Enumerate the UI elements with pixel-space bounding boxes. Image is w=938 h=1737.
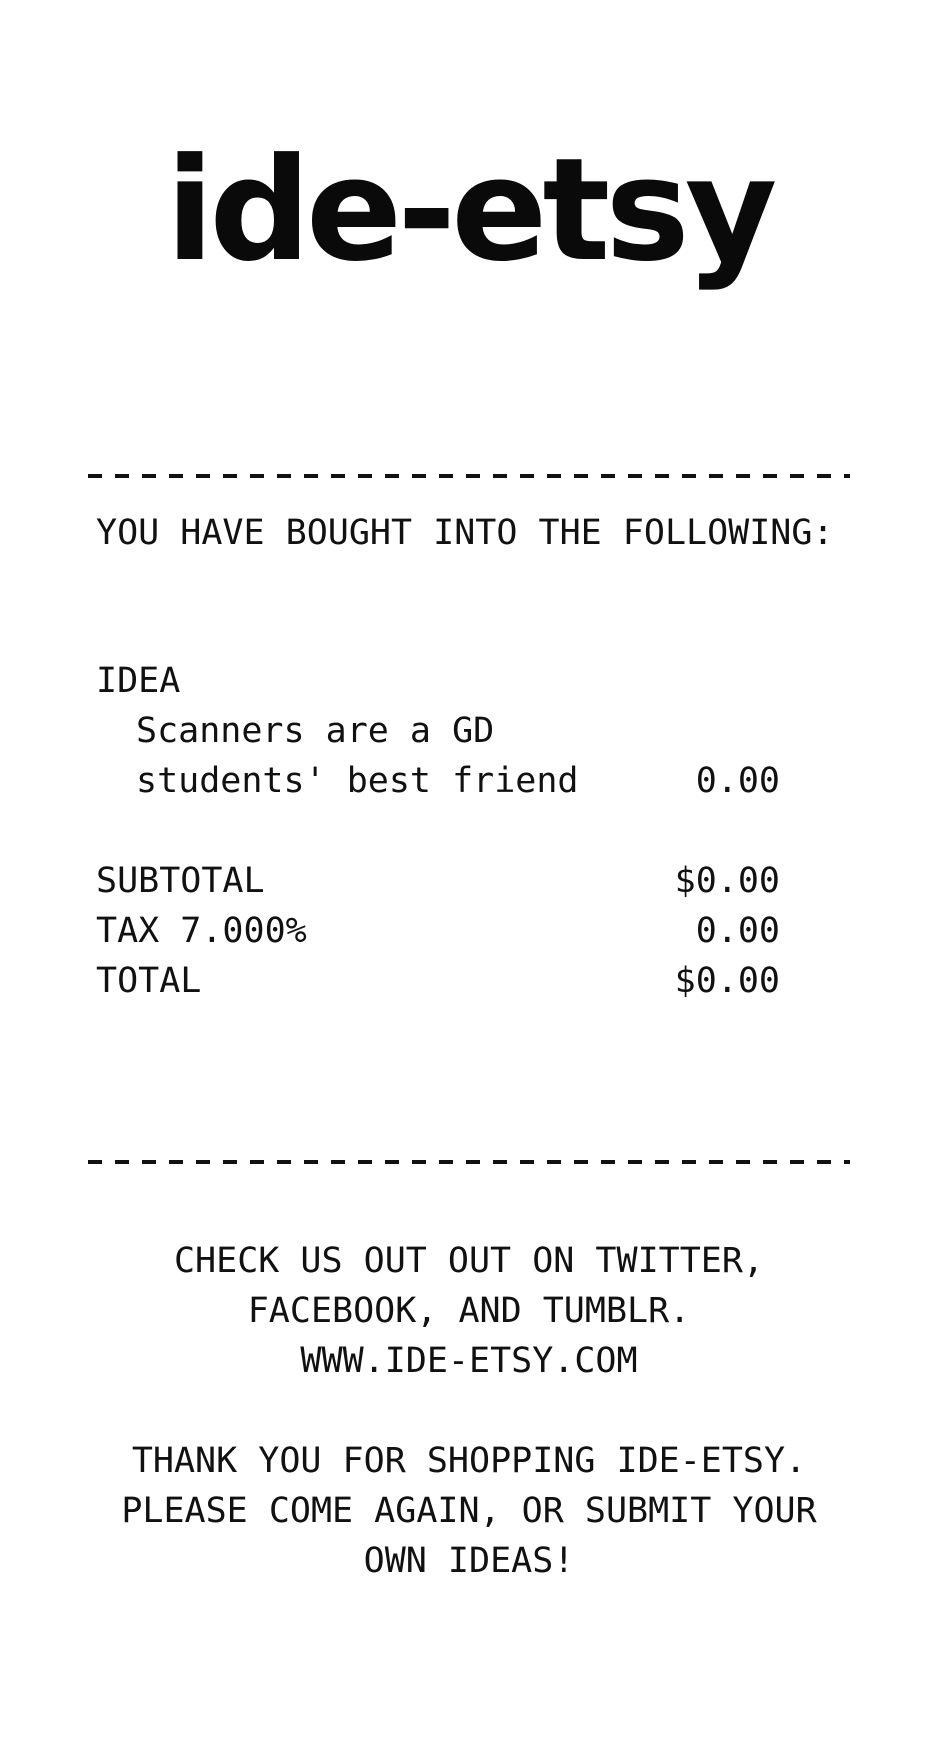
item-description-line1: Scanners are a GD <box>136 711 495 751</box>
footer-thanks-line2: PLEASE COME AGAIN, OR SUBMIT YOUR <box>121 1491 817 1531</box>
bottom-dashed-divider <box>88 1160 850 1164</box>
subtotal-value: $0.00 <box>674 861 780 901</box>
item-description-line2: students' best friend <box>136 761 579 801</box>
footer-website: WWW.IDE-ETSY.COM <box>300 1341 638 1381</box>
footer-thanks-line3: OWN IDEAS! <box>363 1541 575 1581</box>
item-category: IDEA <box>96 661 181 701</box>
top-dashed-divider <box>88 474 850 478</box>
total-value: $0.00 <box>674 961 780 1001</box>
brand-logo: ide-etsy <box>165 128 778 293</box>
total-label: TOTAL <box>96 961 202 1001</box>
tax-value: 0.00 <box>695 911 780 951</box>
footer-thanks-line1: THANK YOU FOR SHOPPING IDE-ETSY. <box>131 1441 807 1481</box>
item-amount: 0.00 <box>695 761 780 801</box>
footer-social-line2: FACEBOOK, AND TUMBLR. <box>247 1291 691 1331</box>
tax-label: TAX 7.000% <box>96 911 307 951</box>
subtotal-label: SUBTOTAL <box>96 861 265 901</box>
receipt-heading: YOU HAVE BOUGHT INTO THE FOLLOWING: <box>96 513 834 553</box>
receipt: ide-etsy YOU HAVE BOUGHT INTO THE FOLLOW… <box>0 0 938 1737</box>
footer-social-line1: CHECK US OUT OUT ON TWITTER, <box>173 1241 764 1281</box>
